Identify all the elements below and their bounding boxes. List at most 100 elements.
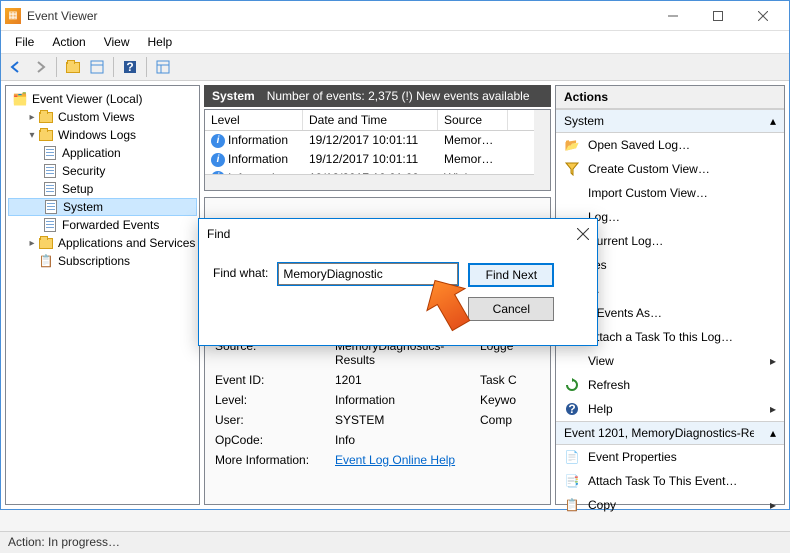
menu-action[interactable]: Action (44, 33, 93, 51)
menu-view[interactable]: View (96, 33, 138, 51)
find-dialog-close-button[interactable] (577, 228, 589, 240)
tree-root[interactable]: 🗂️ Event Viewer (Local) (8, 90, 197, 108)
tree-forwarded[interactable]: Forwarded Events (8, 216, 197, 234)
help-icon: ? (564, 401, 580, 417)
import-icon (564, 185, 580, 201)
expander-icon[interactable]: ▸ (26, 238, 38, 249)
tree-custom-views[interactable]: ▸ Custom Views (8, 108, 197, 126)
help-toolbar-button[interactable]: ? (119, 56, 141, 78)
find-dialog-title: Find (207, 227, 230, 241)
statusbar: Action: In progress… (0, 531, 790, 553)
tree-system[interactable]: System (8, 198, 197, 216)
task-icon: 📑 (564, 473, 580, 489)
forward-button[interactable] (29, 56, 51, 78)
svg-text:?: ? (568, 402, 575, 416)
tree-setup[interactable]: Setup (8, 180, 197, 198)
column-level[interactable]: Level (205, 110, 303, 130)
collapse-icon: ▴ (770, 426, 776, 440)
action-attach-task-event[interactable]: 📑Attach Task To This Event… (556, 469, 784, 493)
center-header: System Number of events: 2,375 (!) New e… (204, 85, 551, 107)
log-icon (43, 199, 59, 215)
find-dialog-titlebar: Find (199, 219, 597, 249)
detail-row-opcode: OpCode: Info (215, 430, 540, 450)
subscriptions-icon: 📋 (38, 253, 54, 269)
actions-group-system[interactable]: System ▴ (556, 109, 784, 133)
find-next-button[interactable]: Find Next (468, 263, 554, 287)
tree-apps-services[interactable]: ▸ Applications and Services (8, 234, 197, 252)
status-text: Action: In progress… (8, 535, 120, 549)
vertical-scrollbar[interactable] (534, 110, 550, 190)
action-import-custom-view[interactable]: Import Custom View… (556, 181, 784, 205)
filter-icon (564, 161, 580, 177)
log-icon (42, 217, 58, 233)
window-title: Event Viewer (27, 9, 650, 23)
detail-row-user: User: SYSTEM Comp (215, 410, 540, 430)
app-icon: ▦ (5, 8, 21, 24)
refresh-icon (564, 377, 580, 393)
menubar: File Action View Help (1, 31, 789, 53)
close-button[interactable] (740, 2, 785, 30)
action-open-saved-log[interactable]: 📂Open Saved Log… (556, 133, 784, 157)
menu-help[interactable]: Help (140, 33, 181, 51)
toolbar: ? (1, 53, 789, 81)
toolbar-separator (146, 57, 147, 77)
event-row[interactable]: iInformation 19/12/2017 10:01:11 Memor… (205, 131, 550, 150)
titlebar: ▦ Event Viewer (1, 1, 789, 31)
copy-icon: 📋 (564, 497, 580, 513)
open-button[interactable] (62, 56, 84, 78)
tree-panel: 🗂️ Event Viewer (Local) ▸ Custom Views ▾… (5, 85, 200, 505)
folder-icon (38, 127, 54, 143)
event-grid: Level Date and Time Source iInformation … (204, 109, 551, 191)
tree-subscriptions[interactable]: 📋 Subscriptions (8, 252, 197, 270)
svg-text:?: ? (126, 60, 133, 74)
action-help[interactable]: ?Help▸ (556, 397, 784, 421)
cancel-button[interactable]: Cancel (468, 297, 554, 321)
log-icon (42, 181, 58, 197)
view-toolbar-button[interactable] (152, 56, 174, 78)
event-viewer-icon: 🗂️ (12, 91, 28, 107)
back-button[interactable] (5, 56, 27, 78)
info-icon: i (211, 153, 225, 167)
menu-file[interactable]: File (7, 33, 42, 51)
toolbar-separator (113, 57, 114, 77)
action-copy[interactable]: 📋Copy▸ (556, 493, 784, 517)
open-log-icon: 📂 (564, 137, 580, 153)
action-refresh[interactable]: Refresh (556, 373, 784, 397)
info-icon: i (211, 134, 225, 148)
detail-row-moreinfo: More Information: Event Log Online Help (215, 450, 540, 470)
find-what-input[interactable] (278, 263, 458, 285)
chevron-right-icon: ▸ (770, 354, 776, 368)
action-view-submenu[interactable]: View▸ (556, 349, 784, 373)
find-dialog-body: Find what: Find Next Cancel (199, 249, 597, 335)
tree-windows-logs[interactable]: ▾ Windows Logs (8, 126, 197, 144)
tree-application[interactable]: Application (8, 144, 197, 162)
event-row[interactable]: iInformation 19/12/2017 10:01:11 Memor… (205, 150, 550, 169)
event-properties-icon: 📄 (564, 449, 580, 465)
view-icon (564, 353, 580, 369)
filter-button[interactable] (86, 56, 108, 78)
detail-row-level: Level: Information Keywo (215, 390, 540, 410)
actions-group-event[interactable]: Event 1201, MemoryDiagnostics-Re… ▴ (556, 421, 784, 445)
section-title: System (212, 89, 255, 103)
chevron-right-icon: ▸ (770, 498, 776, 512)
toolbar-separator (56, 57, 57, 77)
expander-icon[interactable]: ▸ (26, 112, 38, 123)
folder-icon (38, 235, 54, 251)
folder-icon (38, 109, 54, 125)
horizontal-scrollbar[interactable] (205, 174, 534, 190)
minimize-button[interactable] (650, 2, 695, 30)
find-dialog: Find Find what: Find Next Cancel (198, 218, 598, 346)
log-icon (42, 145, 58, 161)
find-what-label: Find what: (213, 263, 268, 280)
column-date[interactable]: Date and Time (303, 110, 438, 130)
action-event-properties[interactable]: 📄Event Properties (556, 445, 784, 469)
maximize-button[interactable] (695, 2, 740, 30)
column-source[interactable]: Source (438, 110, 508, 130)
expander-icon[interactable]: ▾ (26, 130, 38, 141)
collapse-icon: ▴ (770, 114, 776, 128)
tree-security[interactable]: Security (8, 162, 197, 180)
grid-header: Level Date and Time Source (205, 110, 550, 131)
event-log-help-link[interactable]: Event Log Online Help (335, 453, 455, 467)
action-create-custom-view[interactable]: Create Custom View… (556, 157, 784, 181)
actions-title: Actions (556, 86, 784, 109)
